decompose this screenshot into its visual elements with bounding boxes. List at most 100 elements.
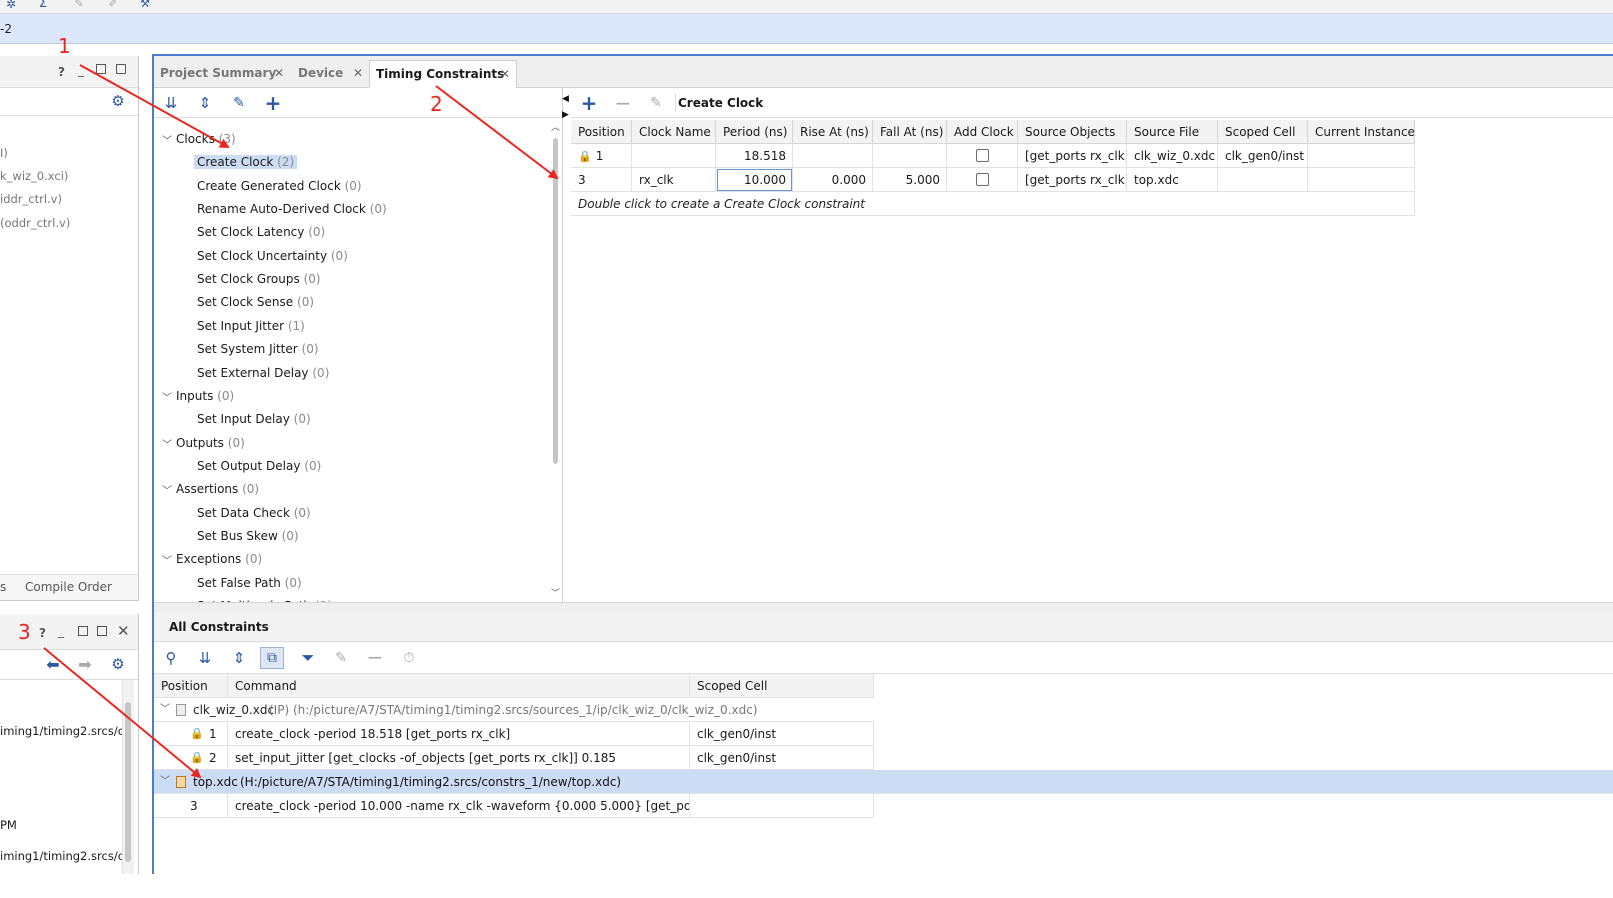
- scoped-cell[interactable]: clk_gen0/inst: [690, 746, 874, 770]
- column-header[interactable]: Rise At (ns): [793, 120, 873, 144]
- column-header[interactable]: Current Instance: [1308, 120, 1415, 144]
- expand-all-icon[interactable]: ⇕: [196, 94, 214, 112]
- sigma-icon[interactable]: Σ: [36, 0, 50, 11]
- add-clock-checkbox[interactable]: [976, 173, 989, 186]
- tree-item[interactable]: Set Output Delay (0): [197, 459, 321, 473]
- gear-icon[interactable]: ⚙: [110, 655, 126, 673]
- table-cell[interactable]: 0.000: [793, 168, 873, 192]
- table-cell[interactable]: 🔒 1: [571, 144, 632, 168]
- tab-compile-order[interactable]: Compile Order: [25, 580, 112, 594]
- maximize-icon[interactable]: [96, 64, 106, 74]
- help-button[interactable]: ?: [58, 65, 65, 79]
- edit-icon[interactable]: ✎: [332, 649, 350, 667]
- collapse-left-icon[interactable]: ◀: [562, 94, 569, 104]
- table-cell[interactable]: [873, 144, 947, 168]
- maximize-icon[interactable]: [78, 626, 88, 636]
- scoped-cell[interactable]: clk_gen0/inst: [690, 722, 874, 746]
- tree-item[interactable]: Set Data Check (0): [197, 506, 311, 520]
- table-cell[interactable]: 🔒 2: [154, 746, 228, 770]
- table-cell[interactable]: [get_ports rx_clk]: [1018, 168, 1127, 192]
- tree-category[interactable]: ﹀ Outputs (0): [162, 436, 245, 451]
- command-cell[interactable]: create_clock -period 18.518 [get_ports r…: [228, 722, 690, 746]
- table-cell[interactable]: top.xdc: [1127, 168, 1218, 192]
- chevron-down-icon[interactable]: ﹀: [162, 132, 172, 147]
- tree-scrollbar[interactable]: ︿ ﹀: [550, 120, 562, 602]
- list-item[interactable]: iddr_ctrl.v): [0, 192, 62, 206]
- minimize-icon[interactable]: _: [58, 624, 64, 638]
- table-cell[interactable]: 3: [154, 794, 228, 818]
- tree-item[interactable]: Set False Path (0): [197, 576, 302, 590]
- tree-item[interactable]: Rename Auto-Derived Clock (0): [197, 202, 387, 216]
- collapse-all-icon[interactable]: ⇊: [196, 649, 214, 667]
- column-header[interactable]: Add Clock: [947, 120, 1018, 144]
- tree-item[interactable]: Set Input Delay (0): [197, 412, 311, 426]
- table-cell[interactable]: [947, 168, 1018, 192]
- tab-timing-constraints[interactable]: Timing Constraints ✕: [369, 60, 517, 88]
- tab-hierarchy[interactable]: s: [0, 580, 6, 594]
- table-cell[interactable]: [get_ports rx_clk]: [1018, 144, 1127, 168]
- scrollbar-thumb[interactable]: [553, 138, 558, 464]
- tree-category[interactable]: ﹀ Exceptions (0): [162, 552, 262, 567]
- collapse-right-icon[interactable]: ▶: [562, 110, 569, 120]
- float-icon[interactable]: [116, 64, 126, 74]
- command-cell[interactable]: create_clock -period 10.000 -name rx_clk…: [228, 794, 690, 818]
- table-cell[interactable]: rx_clk: [632, 168, 716, 192]
- chevron-down-icon[interactable]: ﹀: [162, 389, 172, 404]
- table-cell[interactable]: [632, 144, 716, 168]
- search-icon[interactable]: ⚲: [162, 649, 180, 667]
- chevron-down-icon[interactable]: ﹀: [160, 698, 170, 722]
- scrollbar-thumb[interactable]: [125, 702, 131, 862]
- file-group-row[interactable]: ﹀ clk_wiz_0.xdc (IP) (h:/picture/A7/STA/ti…: [154, 698, 874, 722]
- table-cell[interactable]: clk_gen0/inst: [1218, 144, 1308, 168]
- tree-item[interactable]: Set Input Jitter (1): [197, 319, 305, 333]
- collapse-all-icon[interactable]: ⇊: [162, 94, 180, 112]
- scrollbar[interactable]: [122, 680, 134, 874]
- list-item[interactable]: k_wiz_0.xci): [0, 169, 68, 183]
- tree-item[interactable]: Create Clock (2): [194, 155, 298, 170]
- table-cell[interactable]: [793, 144, 873, 168]
- filter-icon[interactable]: ⏷: [298, 648, 318, 667]
- timer-icon[interactable]: ⏱: [400, 649, 418, 667]
- chevron-down-icon[interactable]: ﹀: [162, 482, 172, 497]
- tree-category[interactable]: ﹀ Assertions (0): [162, 482, 259, 497]
- column-header[interactable]: Position: [154, 674, 228, 698]
- forward-arrow-icon[interactable]: ➡: [76, 655, 94, 674]
- edit-icon[interactable]: ✎: [647, 94, 665, 112]
- column-header[interactable]: Period (ns): [716, 120, 793, 144]
- chevron-down-icon[interactable]: ﹀: [162, 552, 172, 567]
- tree-item[interactable]: Set Clock Uncertainty (0): [197, 249, 348, 263]
- table-cell[interactable]: [947, 144, 1018, 168]
- table-cell[interactable]: 3: [571, 168, 632, 192]
- table-cell[interactable]: 18.518: [716, 144, 793, 168]
- column-header[interactable]: Clock Name: [632, 120, 716, 144]
- table-cell[interactable]: 10.000: [716, 168, 793, 192]
- group-by-file-icon[interactable]: ⧉: [260, 647, 284, 669]
- table-cell[interactable]: [1218, 168, 1308, 192]
- add-icon[interactable]: +: [262, 91, 284, 115]
- close-icon[interactable]: ✕: [500, 67, 510, 81]
- expand-all-icon[interactable]: ⇕: [230, 649, 248, 667]
- tree-category[interactable]: ﹀ Clocks (3): [162, 132, 236, 147]
- help-button[interactable]: ?: [39, 626, 46, 640]
- column-header[interactable]: Position: [571, 120, 632, 144]
- tools-icon[interactable]: ⚒: [138, 0, 152, 10]
- list-item[interactable]: (oddr_ctrl.v): [0, 216, 70, 230]
- chevron-down-icon[interactable]: ﹀: [160, 770, 170, 794]
- table-cell[interactable]: [1308, 144, 1415, 168]
- tree-category[interactable]: ﹀ Inputs (0): [162, 389, 234, 404]
- command-cell[interactable]: set_input_jitter [get_clocks -of_objects…: [228, 746, 690, 770]
- tree-item[interactable]: Set Clock Sense (0): [197, 295, 314, 309]
- column-header[interactable]: Scoped Cell: [690, 674, 874, 698]
- float-icon[interactable]: [97, 626, 107, 636]
- table-cell[interactable]: 🔒 1: [154, 722, 228, 746]
- tree-item[interactable]: Create Generated Clock (0): [197, 179, 362, 193]
- tree-item[interactable]: Set Clock Latency (0): [197, 225, 325, 239]
- scroll-up-icon[interactable]: ︿: [551, 120, 560, 133]
- tree-item[interactable]: Set Bus Skew (0): [197, 529, 299, 543]
- gear-icon[interactable]: ⚙: [110, 92, 126, 110]
- column-header[interactable]: Source File: [1127, 120, 1218, 144]
- list-item[interactable]: I): [0, 146, 8, 160]
- report-icon[interactable]: ✎: [72, 0, 86, 10]
- close-icon[interactable]: ✕: [274, 66, 284, 80]
- pin-icon[interactable]: ✎: [230, 94, 248, 112]
